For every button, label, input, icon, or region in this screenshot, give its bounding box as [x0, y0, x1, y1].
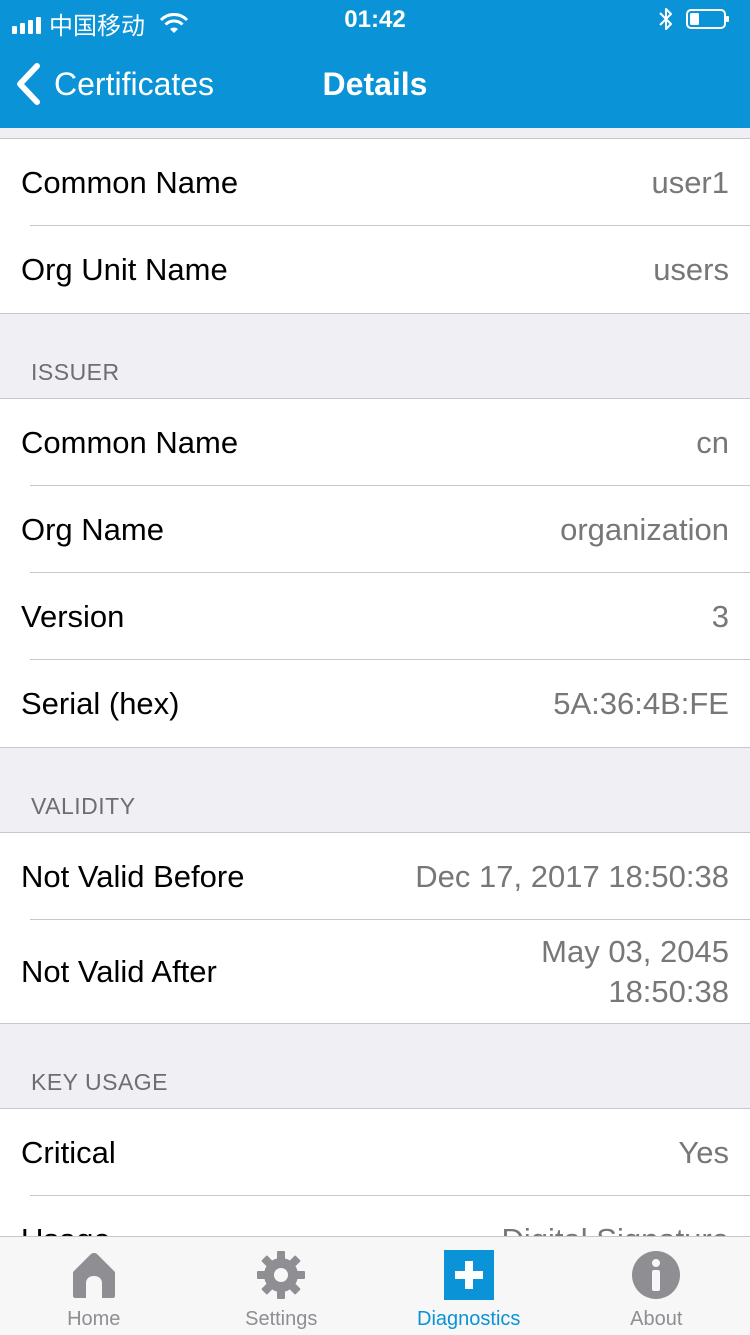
plus-icon	[444, 1250, 494, 1300]
navigation-bar: Certificates Details	[0, 40, 750, 128]
back-label: Certificates	[54, 66, 214, 103]
details-content[interactable]: Common Name user1 Org Unit Name users IS…	[0, 128, 750, 1236]
value-line: May 03, 2045	[541, 934, 729, 969]
key-usage-group: Critical Yes Usage Digital Signature	[0, 1108, 750, 1236]
row-label: Serial (hex)	[21, 686, 180, 722]
row-label: Org Name	[21, 512, 164, 548]
detail-row: Serial (hex) 5A:36:4B:FE	[0, 660, 750, 747]
back-button[interactable]: Certificates	[14, 40, 214, 128]
row-label: Usage	[21, 1222, 111, 1237]
section-gap	[0, 128, 750, 138]
key-usage-section-header: KEY USAGE	[0, 1024, 750, 1108]
row-value: cn	[696, 423, 729, 463]
row-value: Dec 17, 2017 18:50:38	[415, 857, 729, 897]
info-icon	[631, 1250, 681, 1300]
tab-settings[interactable]: Settings	[188, 1237, 376, 1335]
row-label: Version	[21, 599, 124, 635]
row-value: organization	[560, 510, 729, 550]
validity-group: Not Valid Before Dec 17, 2017 18:50:38 N…	[0, 832, 750, 1024]
row-value: Digital Signature	[502, 1220, 729, 1237]
value-line: 18:50:38	[608, 974, 729, 1009]
row-label: Org Unit Name	[21, 252, 228, 288]
home-icon	[69, 1250, 119, 1300]
status-time: 01:42	[0, 6, 750, 34]
detail-row: Not Valid After May 03, 2045 18:50:38	[0, 920, 750, 1023]
row-value: 3	[712, 597, 729, 637]
row-value: 5A:36:4B:FE	[553, 684, 729, 724]
issuer-group: Common Name cn Org Name organization Ver…	[0, 398, 750, 748]
row-value: user1	[651, 163, 729, 203]
bluetooth-icon	[656, 6, 676, 32]
tab-label: Diagnostics	[417, 1308, 520, 1331]
detail-row: Usage Digital Signature	[0, 1196, 750, 1236]
detail-row: Common Name user1	[0, 139, 750, 226]
battery-icon	[686, 8, 730, 30]
tab-about[interactable]: About	[563, 1237, 750, 1335]
detail-row: Common Name cn	[0, 399, 750, 486]
row-label: Common Name	[21, 165, 238, 201]
detail-row: Not Valid Before Dec 17, 2017 18:50:38	[0, 833, 750, 920]
row-label: Not Valid After	[21, 954, 217, 990]
subject-group: Common Name user1 Org Unit Name users	[0, 138, 750, 314]
detail-row: Critical Yes	[0, 1109, 750, 1196]
detail-row: Org Unit Name users	[0, 226, 750, 313]
tab-label: About	[630, 1308, 682, 1331]
row-value: Yes	[678, 1133, 729, 1173]
row-label: Not Valid Before	[21, 859, 244, 895]
detail-row: Org Name organization	[0, 486, 750, 573]
tab-label: Home	[67, 1308, 120, 1331]
tab-home[interactable]: Home	[0, 1237, 188, 1335]
tab-diagnostics[interactable]: Diagnostics	[375, 1237, 563, 1335]
gear-icon	[256, 1250, 306, 1300]
validity-section-header: VALIDITY	[0, 748, 750, 832]
row-value: May 03, 2045 18:50:38	[541, 932, 729, 1012]
row-label: Common Name	[21, 425, 238, 461]
status-bar: 中国移动 01:42	[0, 0, 750, 40]
issuer-section-header: ISSUER	[0, 314, 750, 398]
tab-label: Settings	[245, 1308, 317, 1331]
section-title: KEY USAGE	[31, 1069, 168, 1096]
chevron-left-icon	[14, 62, 42, 106]
row-value: users	[653, 250, 729, 290]
row-label: Critical	[21, 1135, 116, 1171]
section-title: ISSUER	[31, 359, 120, 386]
top-bar: 中国移动 01:42 Certificates Details	[0, 0, 750, 128]
section-title: VALIDITY	[31, 793, 136, 820]
detail-row: Version 3	[0, 573, 750, 660]
tab-bar: Home Settings Diagnostics	[0, 1236, 750, 1335]
